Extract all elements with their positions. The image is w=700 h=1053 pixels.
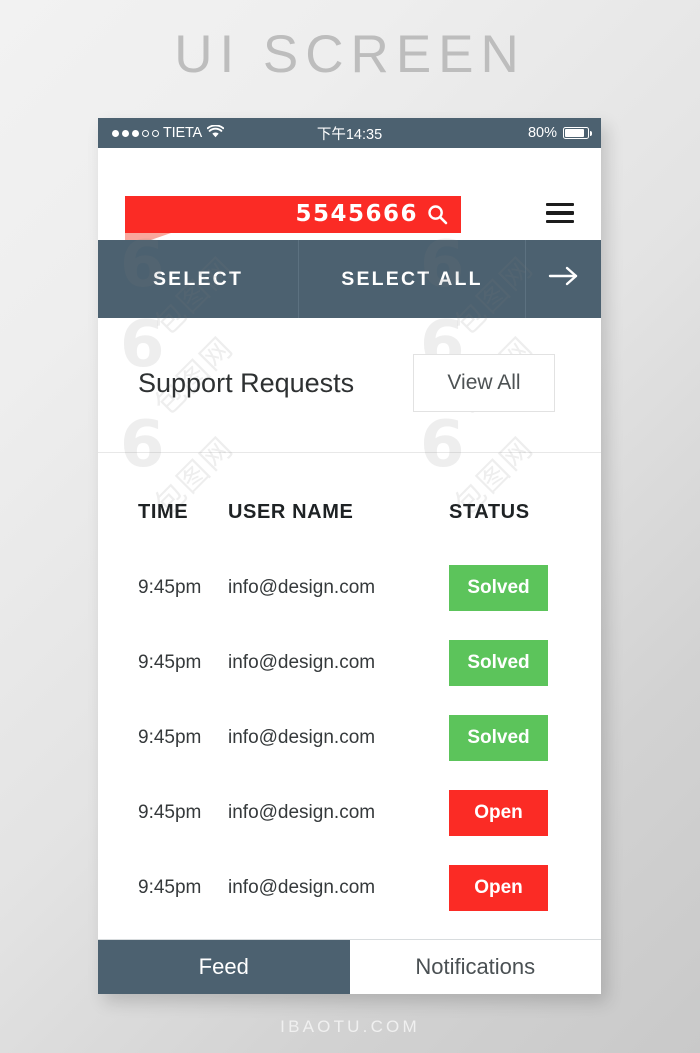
search-bubble-wrapper: 5545666	[125, 196, 461, 249]
status-badge[interactable]: Open	[449, 789, 548, 836]
cell-status: Solved	[449, 564, 601, 611]
cell-user: info@design.com	[228, 876, 376, 898]
cell-user: info@design.com	[228, 801, 376, 823]
tab-notifications-label: Notifications	[415, 954, 536, 979]
tab-notifications[interactable]: Notifications	[349, 940, 601, 994]
table-row[interactable]: 9:45pm info@design.com Solved	[98, 550, 601, 625]
section-header: 6 包图网 6 包图网 Support Requests View All	[98, 308, 601, 453]
table-row[interactable]: 9:45pm info@design.com Solved	[98, 700, 601, 775]
search-icon[interactable]	[427, 204, 448, 225]
battery-percent-label: 80%	[527, 125, 557, 141]
phone-device-frame: TIETA 下午14:35 80% 5545666 SELECT SELECT …	[98, 118, 601, 994]
status-bar: TIETA 下午14:35 80%	[98, 118, 601, 148]
table-row[interactable]: 9:45pm info@design.com Solved	[98, 625, 601, 700]
cell-time: 9:45pm	[138, 801, 202, 823]
view-all-button[interactable]: View All	[413, 354, 555, 412]
next-button[interactable]	[525, 240, 601, 318]
column-header-time: TIME	[138, 501, 189, 523]
status-badge[interactable]: Solved	[449, 714, 548, 761]
status-bar-clock: 下午14:35	[316, 126, 383, 143]
select-button-label: SELECT	[152, 267, 244, 290]
status-badge[interactable]: Solved	[449, 639, 548, 686]
select-all-button-label: SELECT ALL	[341, 267, 483, 290]
poster-footer: IBAOTU.COM	[280, 1017, 420, 1036]
cell-time: 9:45pm	[138, 576, 202, 598]
hamburger-menu-icon[interactable]	[546, 203, 574, 224]
cell-status: Open	[449, 864, 601, 911]
status-badge[interactable]: Solved	[449, 564, 548, 611]
select-all-button[interactable]: SELECT ALL	[298, 240, 525, 318]
status-badge[interactable]: Open	[449, 864, 548, 911]
bottom-tab-bar: Feed Notifications	[98, 939, 601, 994]
page-title: Support Requests	[138, 368, 355, 398]
poster-canvas: 6 包图网 6 包图网 UI SCREEN TIETA	[0, 0, 700, 1053]
cell-user: info@design.com	[228, 651, 376, 673]
cell-status: Solved	[449, 639, 601, 686]
search-input[interactable]: 5545666	[125, 196, 461, 233]
select-toolbar: SELECT SELECT ALL	[98, 240, 601, 331]
view-all-button-label: View All	[447, 371, 521, 394]
column-header-user: USER NAME	[228, 501, 354, 523]
cell-user: info@design.com	[228, 726, 376, 748]
tab-feed-label: Feed	[198, 954, 249, 979]
table-row[interactable]: 9:45pm info@design.com Open	[98, 775, 601, 850]
cell-status: Solved	[449, 714, 601, 761]
table-header-row: TIME USER NAME STATUS	[98, 475, 601, 550]
status-bar-right: 80%	[527, 125, 592, 141]
cell-time: 9:45pm	[138, 726, 202, 748]
tab-feed[interactable]: Feed	[98, 940, 350, 994]
cell-status: Open	[449, 789, 601, 836]
arrow-right-icon	[547, 265, 581, 293]
search-input-value: 5545666	[295, 201, 418, 227]
cell-user: info@design.com	[228, 576, 376, 598]
search-header: 5545666	[98, 148, 601, 249]
battery-icon	[563, 127, 592, 139]
select-button[interactable]: SELECT	[98, 240, 298, 331]
table-row[interactable]: 9:45pm info@design.com Open	[98, 850, 601, 925]
cell-time: 9:45pm	[138, 876, 202, 898]
poster-title: UI SCREEN	[174, 25, 526, 84]
cell-time: 9:45pm	[138, 651, 202, 673]
support-requests-table: 6 包图网 6 包图网 6 包图网 6 包图网 TIME USER NAME S…	[98, 228, 601, 925]
column-header-status: STATUS	[449, 501, 530, 523]
